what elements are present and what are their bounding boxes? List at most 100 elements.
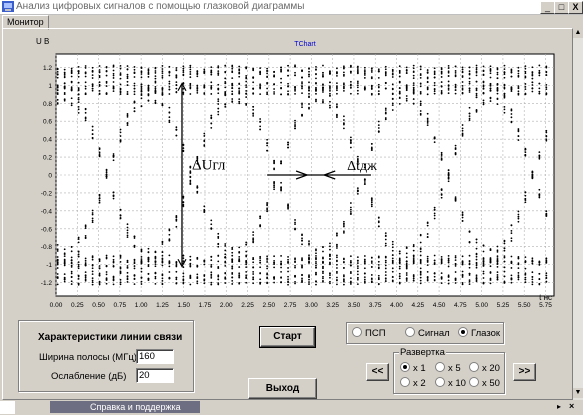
- maximize-button[interactable]: □: [554, 1, 569, 14]
- eye-trace-point: [294, 86, 296, 89]
- eye-trace-point: [538, 278, 541, 281]
- eye-trace-point: [266, 265, 269, 268]
- vertical-scrollbar[interactable]: ▲ ▼: [573, 28, 583, 400]
- eye-trace-point: [154, 90, 157, 93]
- eye-trace-point: [384, 277, 387, 280]
- eye-trace-point: [308, 254, 310, 257]
- eye-trace-point: [343, 127, 345, 130]
- attenuation-field[interactable]: 20: [136, 368, 174, 383]
- eye-trace-point: [77, 238, 80, 241]
- eye-trace-point: [315, 273, 317, 276]
- eye-trace-point: [98, 155, 101, 158]
- eye-trace-point: [343, 283, 345, 286]
- eye-trace-point: [287, 267, 289, 269]
- eye-trace-point: [433, 212, 436, 215]
- scroll-right-icon[interactable]: ▸: [557, 402, 561, 411]
- eye-trace-point: [426, 236, 429, 238]
- eye-trace-point: [210, 223, 213, 226]
- sweep-radio-x1[interactable]: x 1: [400, 362, 426, 374]
- start-button[interactable]: Старт: [259, 326, 316, 348]
- eye-trace-point: [245, 75, 248, 77]
- eye-trace-point: [70, 250, 73, 253]
- eye-trace-point: [510, 237, 513, 240]
- eye-trace-point: [245, 250, 248, 253]
- eye-trace-point: [245, 243, 248, 246]
- exit-button[interactable]: Выход: [248, 378, 317, 399]
- sweep-radio-x20[interactable]: x 20: [469, 362, 500, 374]
- eye-trace-point: [510, 267, 513, 269]
- eye-trace-point: [489, 96, 492, 99]
- eye-trace-point: [315, 82, 317, 85]
- eye-trace-point: [336, 87, 338, 90]
- eye-trace-point: [231, 93, 234, 96]
- eye-trace-point: [343, 82, 345, 85]
- eye-trace-point: [315, 248, 317, 251]
- eye-trace-point: [489, 68, 492, 70]
- eye-trace-point: [154, 70, 157, 72]
- eye-trace-point: [287, 69, 289, 72]
- eye-trace-point: [112, 69, 115, 72]
- eye-trace-point: [343, 67, 345, 70]
- prev-button[interactable]: <<: [366, 363, 389, 381]
- mode-radio-psp[interactable]: ПСП: [352, 327, 386, 339]
- eye-trace-point: [475, 96, 478, 99]
- eye-trace-point: [329, 104, 331, 107]
- eye-trace-point: [231, 266, 234, 268]
- mode-radio-eye[interactable]: Глазок: [458, 327, 500, 339]
- eye-trace-point: [210, 219, 213, 222]
- eye-trace-point: [308, 256, 310, 259]
- eye-trace-point: [454, 71, 457, 74]
- eye-trace-point: [91, 74, 94, 76]
- scroll-up-icon[interactable]: ▲: [573, 28, 583, 38]
- sweep-radio-x5[interactable]: x 5: [435, 362, 461, 374]
- eye-trace-point: [349, 139, 352, 141]
- eye-trace-point: [70, 261, 73, 264]
- eye-trace-point: [238, 68, 241, 71]
- eye-trace-point: [119, 72, 122, 75]
- eye-trace-point: [168, 93, 171, 95]
- eye-trace-point: [482, 74, 485, 76]
- eye-trace-point: [531, 71, 534, 74]
- eye-trace-point: [98, 274, 101, 276]
- eye-trace-point: [356, 259, 359, 262]
- eye-trace-point: [517, 129, 520, 132]
- next-button[interactable]: >>: [513, 363, 536, 381]
- eye-trace-point: [252, 81, 255, 84]
- eye-trace-point: [343, 74, 345, 77]
- sweep-radio-x10[interactable]: x 10: [435, 377, 466, 389]
- radio-dot: [469, 377, 479, 387]
- taskbar-close-icon[interactable]: ×: [569, 401, 574, 411]
- eye-trace-point: [426, 276, 429, 279]
- eye-trace-point: [531, 77, 534, 80]
- eye-trace-point: [468, 117, 471, 120]
- eye-trace-point: [482, 258, 485, 260]
- eye-trace-point: [147, 84, 150, 87]
- eye-trace-point: [308, 73, 310, 76]
- taskbar-help-item[interactable]: Справка и поддержка: [50, 401, 200, 413]
- eye-trace-point: [266, 75, 269, 78]
- minimize-button[interactable]: _: [540, 1, 555, 14]
- sweep-radio-x50[interactable]: x 50: [469, 377, 500, 389]
- eye-trace-point: [517, 262, 520, 265]
- eye-trace-point: [238, 276, 241, 279]
- eye-trace-point: [91, 279, 94, 282]
- eye-trace-point: [531, 66, 534, 69]
- eye-trace-point: [384, 267, 387, 270]
- eye-trace-point: [119, 208, 122, 211]
- eye-trace-point: [419, 267, 422, 270]
- eye-trace-point: [496, 276, 499, 279]
- bandwidth-field[interactable]: 160: [136, 349, 174, 364]
- eye-trace-point: [336, 272, 338, 274]
- eye-trace-point: [545, 138, 548, 141]
- eye-trace-point: [210, 93, 213, 95]
- eye-trace-point: [322, 84, 324, 86]
- mode-radio-signal[interactable]: Сигнал: [405, 327, 450, 339]
- eye-trace-point: [489, 65, 492, 68]
- close-button[interactable]: X: [568, 1, 583, 14]
- eye-trace-point: [84, 87, 87, 90]
- eye-trace-point: [538, 195, 541, 198]
- eye-trace-point: [133, 66, 136, 68]
- scroll-down-icon[interactable]: ▼: [573, 388, 583, 398]
- sweep-radio-x2[interactable]: x 2: [400, 377, 426, 389]
- eye-trace-point: [468, 72, 471, 75]
